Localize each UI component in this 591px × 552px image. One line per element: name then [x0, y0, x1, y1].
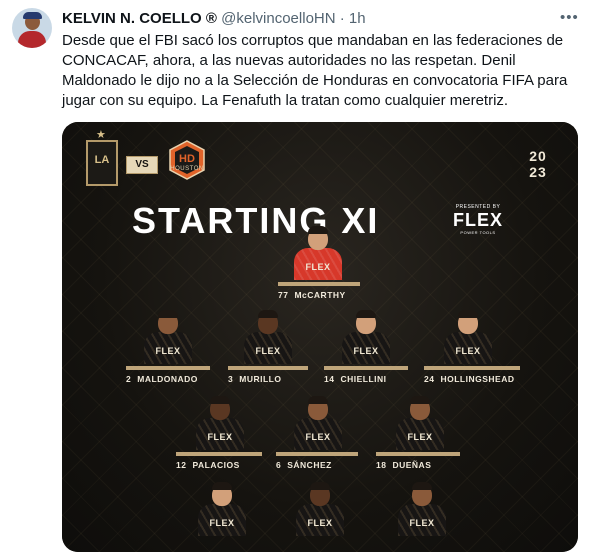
player-number: 24 — [424, 374, 435, 384]
player-figure: FLEX — [292, 482, 348, 536]
tweet-text: Desde que el FBI sacó los corruptos que … — [62, 32, 568, 109]
player-hair — [412, 482, 432, 490]
player-name: PALACIOS — [192, 460, 240, 470]
player-figure: FLEX — [394, 482, 450, 536]
jersey-sponsor: FLEX — [409, 518, 435, 528]
player-hair — [212, 482, 232, 490]
svg-text:HD: HD — [179, 153, 195, 165]
jersey-sponsor: FLEX — [305, 432, 331, 442]
player-figure: FLEX — [140, 310, 196, 364]
player-hair — [410, 396, 430, 404]
player-name: MURILLO — [239, 374, 282, 384]
player-name: CHIELLINI — [340, 374, 387, 384]
player-hair — [308, 396, 328, 404]
player-hair — [356, 310, 376, 318]
player-figure: FLEX — [338, 310, 394, 364]
player-label: 2 MALDONADO — [126, 374, 198, 388]
player-number: 6 — [276, 460, 282, 470]
player-figure: FLEX — [290, 226, 346, 280]
player-figure: FLEX — [192, 396, 248, 450]
player-hair — [308, 226, 328, 234]
player-figure: FLEX — [240, 310, 296, 364]
star-icon: ★ — [96, 129, 106, 141]
player-number: 2 — [126, 374, 132, 384]
tweet-time[interactable]: 1h — [349, 10, 366, 27]
name-bar — [376, 452, 460, 456]
player-hair — [210, 396, 230, 404]
jersey-sponsor: FLEX — [307, 518, 333, 528]
season-year: 20 23 — [520, 148, 556, 180]
player-name: DUEÑAS — [392, 460, 432, 470]
name-bar — [176, 452, 262, 456]
jersey-sponsor: FLEX — [455, 346, 481, 356]
jersey-sponsor: FLEX — [207, 432, 233, 442]
name-bar — [228, 366, 308, 370]
author-handle[interactable]: @kelvincoelloHN — [221, 10, 335, 27]
author-badge: ® — [205, 10, 217, 27]
player-figure: FLEX — [440, 310, 496, 364]
sponsor-block: PRESENTED BY FLEX POWER TOOLS — [448, 204, 508, 235]
jersey-sponsor: FLEX — [255, 346, 281, 356]
jersey-sponsor: FLEX — [155, 346, 181, 356]
player-number: 18 — [376, 460, 387, 470]
player-label: 77 McCARTHY — [278, 290, 346, 304]
player-label: 18 DUEÑAS — [376, 460, 431, 474]
author-name[interactable]: KELVIN N. COELLO — [62, 10, 202, 27]
year-bottom: 23 — [529, 164, 547, 180]
player-name: SÁNCHEZ — [287, 460, 332, 470]
ellipsis-icon[interactable]: ••• — [560, 9, 579, 26]
player-number: 14 — [324, 374, 335, 384]
sponsor-logo: FLEX — [452, 210, 503, 230]
lafc-logo-text: LA — [94, 154, 110, 166]
player-number: 3 — [228, 374, 234, 384]
name-bar — [126, 366, 210, 370]
jersey-sponsor: FLEX — [209, 518, 235, 528]
tweet-media[interactable]: ★ LA VS HD HOUSTON 20 23 STARTING XI PRE… — [62, 122, 578, 552]
houston-dynamo-logo: HD — [169, 140, 205, 180]
avatar-cap — [23, 12, 42, 19]
player-hair — [310, 482, 330, 490]
player-name: McCARTHY — [294, 290, 346, 300]
player-hair — [158, 310, 178, 318]
player-label: 12 PALACIOS — [176, 460, 240, 474]
jersey-sponsor: FLEX — [353, 346, 379, 356]
vs-label: VS — [126, 156, 158, 174]
header-separator: · — [339, 10, 345, 27]
tweet[interactable]: KELVIN N. COELLO ® @kelvincoelloHN · 1h … — [0, 0, 591, 552]
name-bar — [424, 366, 520, 370]
player-figure: FLEX — [194, 482, 250, 536]
player-figure: FLEX — [290, 396, 346, 450]
player-label: 14 CHIELLINI — [324, 374, 387, 388]
player-number: 12 — [176, 460, 187, 470]
sponsor-sub: POWER TOOLS — [460, 230, 496, 235]
player-hair — [258, 310, 278, 318]
name-bar — [324, 366, 408, 370]
jersey-sponsor: FLEX — [305, 262, 331, 272]
lafc-logo: ★ LA — [86, 129, 118, 186]
name-bar — [276, 452, 358, 456]
avatar-shirt — [18, 31, 46, 48]
avatar[interactable] — [12, 8, 52, 48]
player-label: 24 HOLLINGSHEAD — [424, 374, 514, 388]
year-top: 20 — [529, 148, 547, 164]
player-label: 6 SÁNCHEZ — [276, 460, 332, 474]
player-hair — [458, 310, 478, 318]
houston-logo-text: HOUSTON — [170, 166, 204, 172]
player-name: MALDONADO — [137, 374, 198, 384]
jersey-sponsor: FLEX — [407, 432, 433, 442]
player-figure: FLEX — [392, 396, 448, 450]
player-name: HOLLINGSHEAD — [440, 374, 515, 384]
tweet-header: KELVIN N. COELLO ® @kelvincoelloHN · 1h — [62, 9, 366, 29]
player-number: 77 — [278, 290, 289, 300]
name-bar — [278, 282, 360, 286]
player-label: 3 MURILLO — [228, 374, 281, 388]
